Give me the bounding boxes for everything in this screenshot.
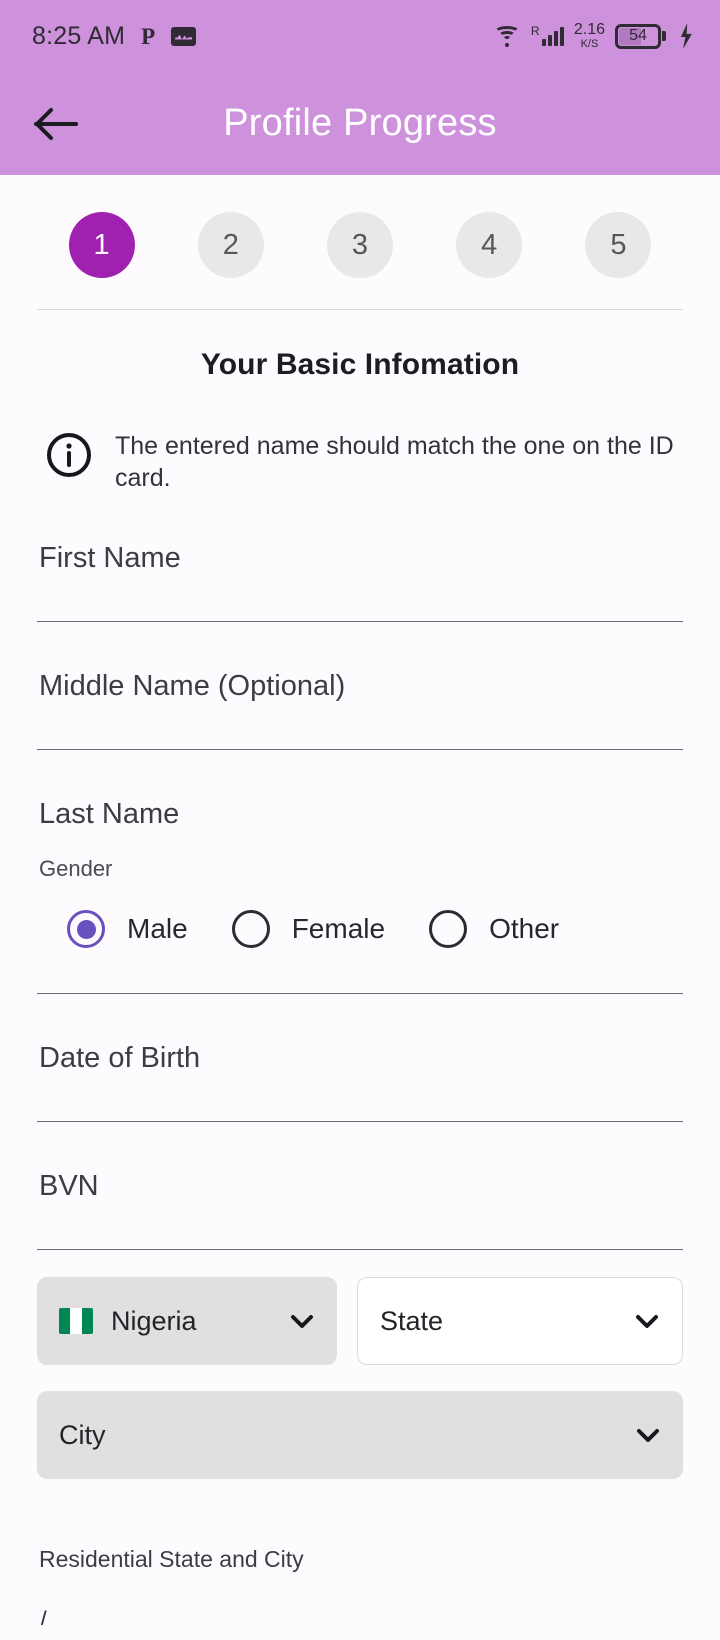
gender-radio-row: Male Female Other xyxy=(37,910,683,948)
city-dropdown[interactable]: City xyxy=(37,1391,683,1479)
stepper-divider xyxy=(37,309,683,310)
info-circle-icon xyxy=(47,433,91,477)
back-button[interactable] xyxy=(26,94,86,154)
activity-graph-icon xyxy=(171,26,197,46)
page-title: Profile Progress xyxy=(223,102,497,144)
first-name-underline xyxy=(37,621,683,622)
middle-name-field[interactable]: Middle Name (Optional) xyxy=(37,652,683,750)
bvn-underline xyxy=(37,1249,683,1250)
info-note: The entered name should match the one on… xyxy=(37,428,683,494)
country-dropdown-label: Nigeria xyxy=(111,1305,197,1336)
status-bar-right: R 2.16 K/S 54 xyxy=(493,22,694,50)
country-dropdown[interactable]: Nigeria xyxy=(37,1277,337,1365)
battery-percent-label: 54 xyxy=(629,27,647,44)
network-speed-value: 2.16 xyxy=(573,21,605,38)
first-name-label: First Name xyxy=(39,542,181,574)
radio-button-male[interactable] xyxy=(67,910,105,948)
network-speed-indicator: 2.16 K/S xyxy=(574,22,605,50)
section-title: Your Basic Infomation xyxy=(200,348,520,381)
last-name-label: Last Name xyxy=(39,798,180,830)
gender-group: Gender Male Female Other xyxy=(37,856,683,994)
gender-label: Gender xyxy=(39,856,113,881)
gender-option-female-label: Female xyxy=(291,913,386,944)
radio-button-female[interactable] xyxy=(231,910,270,948)
date-of-birth-underline xyxy=(37,1121,683,1122)
city-dropdown-label: City xyxy=(59,1419,106,1450)
cut-off-text: / xyxy=(40,1607,47,1625)
status-bar: 8:25 AM P R 2.16 K/S 54 xyxy=(0,0,720,72)
status-clock: 8:25 AM xyxy=(32,21,126,50)
date-of-birth-field[interactable]: Date of Birth xyxy=(37,1024,683,1122)
chevron-down-icon xyxy=(636,1315,658,1328)
nigeria-flag-icon xyxy=(59,1308,93,1334)
charging-bolt-icon xyxy=(680,23,692,49)
gender-option-male[interactable]: Male xyxy=(67,910,188,948)
step-indicator-3[interactable]: 3 xyxy=(327,212,393,278)
back-arrow-icon xyxy=(34,107,78,140)
progress-stepper: 1 2 3 4 5 xyxy=(37,175,683,278)
app-bar: Profile Progress xyxy=(0,72,720,175)
gender-option-other[interactable]: Other xyxy=(429,910,559,948)
state-dropdown-label: State xyxy=(380,1305,444,1336)
bvn-label: BVN xyxy=(39,1170,99,1202)
date-of-birth-label: Date of Birth xyxy=(39,1042,201,1074)
gender-option-female[interactable]: Female xyxy=(231,910,386,948)
signal-bars-icon: R xyxy=(530,23,564,46)
first-name-field[interactable]: First Name xyxy=(37,524,683,622)
step-indicator-5[interactable]: 5 xyxy=(585,212,652,278)
radio-button-other[interactable] xyxy=(429,910,468,948)
gender-underline xyxy=(37,993,683,994)
status-bar-left: 8:25 AM P xyxy=(32,21,197,51)
roaming-label: R xyxy=(530,23,540,38)
last-name-field[interactable]: Last Name xyxy=(37,780,683,836)
middle-name-underline xyxy=(37,749,683,750)
bvn-field[interactable]: BVN xyxy=(37,1152,683,1250)
gender-option-other-label: Other xyxy=(489,913,560,944)
gender-option-male-label: Male xyxy=(127,913,188,944)
step-indicator-4[interactable]: 4 xyxy=(456,212,523,278)
residential-section-label: Residential State and City xyxy=(39,1546,304,1572)
chevron-down-icon xyxy=(637,1429,659,1442)
info-note-text: The entered name should match the one on… xyxy=(115,432,674,492)
app-screen: 8:25 AM P R 2.16 K/S 54 Profile Progress… xyxy=(0,0,720,1640)
wifi-icon xyxy=(493,25,521,47)
p-icon: P xyxy=(141,23,156,49)
chevron-down-icon xyxy=(291,1315,313,1328)
middle-name-label: Middle Name (Optional) xyxy=(39,670,346,702)
state-dropdown[interactable]: State xyxy=(357,1277,683,1365)
country-state-row: Nigeria State xyxy=(37,1277,683,1365)
form-content: 1 2 3 4 5 Your Basic Infomation The ente… xyxy=(0,175,720,1625)
battery-indicator: 54 xyxy=(615,23,666,49)
network-speed-unit: K/S xyxy=(580,38,599,50)
step-indicator-1[interactable]: 1 xyxy=(68,212,135,278)
step-indicator-2[interactable]: 2 xyxy=(197,212,264,278)
